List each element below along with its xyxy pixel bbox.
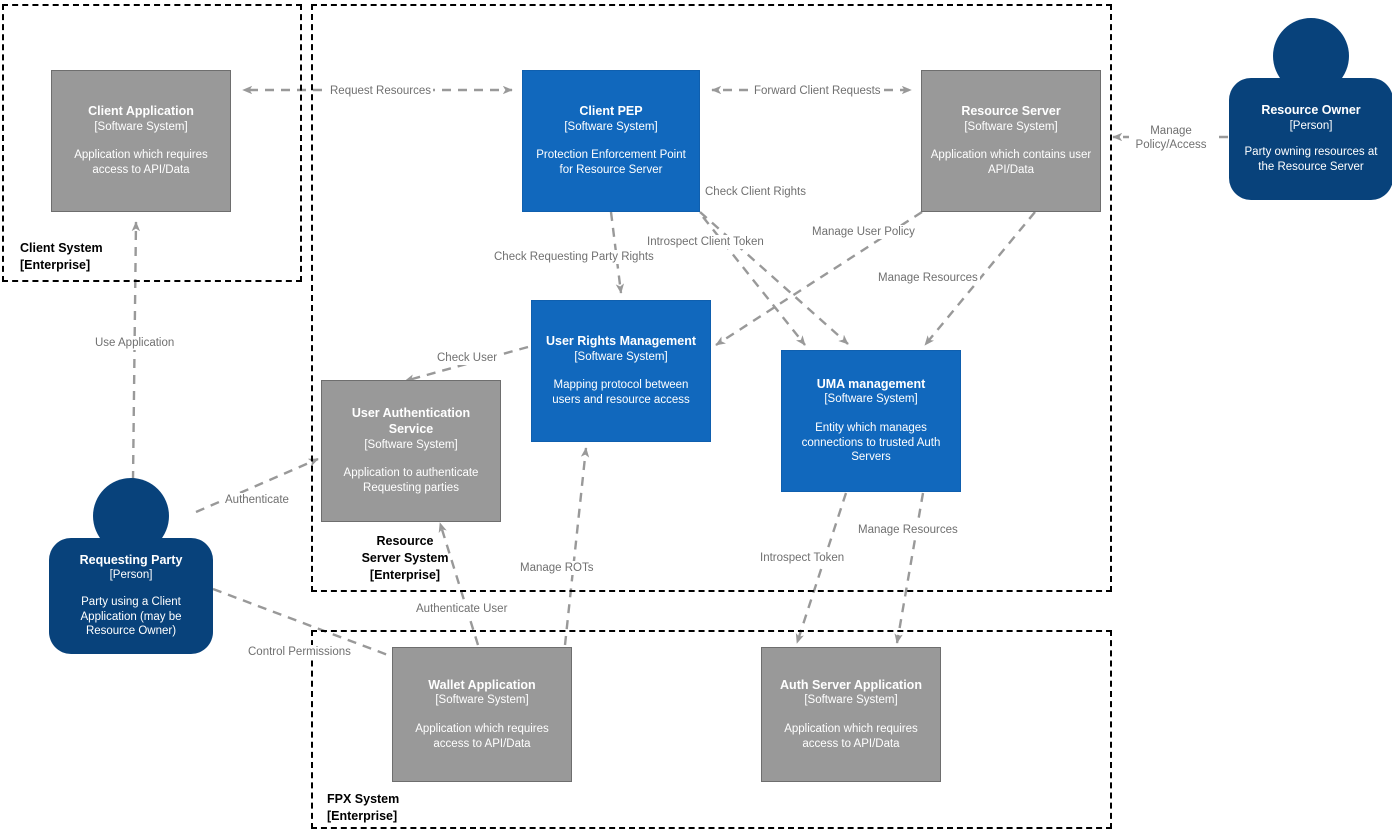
node-resource-server-type: [Software System] bbox=[964, 120, 1058, 133]
node-client-pep-description: Protection Enforcement Point for Resourc… bbox=[536, 149, 686, 176]
node-wallet-application-name: Wallet Application bbox=[428, 677, 536, 692]
rel-label-manage-user-policy: Manage User Policy bbox=[810, 225, 917, 240]
node-uma-management-type: [Software System] bbox=[824, 393, 918, 406]
node-client-pep-type: [Software System] bbox=[564, 120, 658, 133]
node-user-authentication-service-name: User Authentication Service bbox=[351, 406, 471, 436]
boundary-resource-server-system-name-line1: Resource bbox=[376, 534, 434, 548]
rel-label-manage-rots: Manage ROTs bbox=[518, 561, 596, 576]
node-user-rights-management-name: User Rights Management bbox=[545, 334, 697, 349]
node-auth-server-application[interactable]: Auth Server Application [Software System… bbox=[761, 647, 941, 782]
person-resource-owner-description: Party owning resources at the Resource S… bbox=[1244, 146, 1378, 173]
node-uma-management-name: UMA management bbox=[816, 376, 926, 391]
rel-label-check-requesting-party-rights: Check Requesting Party Rights bbox=[492, 250, 656, 265]
node-user-authentication-service-type: [Software System] bbox=[364, 438, 458, 451]
rel-label-control-permissions: Control Permissions bbox=[246, 645, 353, 660]
node-client-application-description: Application which requires access to API… bbox=[74, 149, 208, 176]
node-auth-server-application-type: [Software System] bbox=[804, 694, 898, 707]
node-client-pep-name: Client PEP bbox=[579, 104, 643, 119]
person-requesting-party-description: Party using a Client Application (may be… bbox=[80, 595, 182, 638]
node-client-pep[interactable]: Client PEP [Software System] Protection … bbox=[522, 70, 700, 212]
rel-label-forward-client-requests: Forward Client Requests bbox=[752, 84, 883, 99]
node-client-application-type: [Software System] bbox=[94, 120, 188, 133]
rel-label-manage-resources-rs: Manage Resources bbox=[876, 271, 980, 286]
person-requesting-party-body: Requesting Party [Person] Party using a … bbox=[49, 538, 213, 654]
person-resource-owner-name: Resource Owner bbox=[1261, 103, 1361, 118]
boundary-fpx-system-name: FPX System bbox=[327, 792, 400, 806]
node-uma-management[interactable]: UMA management [Software System] Entity … bbox=[781, 350, 961, 492]
rel-label-manage-resources-uma: Manage Resources bbox=[856, 523, 960, 538]
node-user-authentication-service[interactable]: User Authentication Service [Software Sy… bbox=[321, 380, 501, 522]
person-requesting-party-name: Requesting Party bbox=[79, 552, 183, 567]
rel-label-manage-policy-access-line2: Policy/Access bbox=[1135, 139, 1207, 152]
person-resource-owner[interactable]: Resource Owner [Person] Party owning res… bbox=[1229, 18, 1392, 200]
node-wallet-application-description: Application which requires access to API… bbox=[415, 722, 549, 750]
node-user-rights-management-type: [Software System] bbox=[574, 350, 668, 363]
node-uma-management-description: Entity which manages connections to trus… bbox=[801, 421, 941, 464]
person-requesting-party[interactable]: Requesting Party [Person] Party using a … bbox=[49, 478, 213, 654]
rel-label-request-resources: Request Resources bbox=[328, 84, 433, 99]
node-wallet-application-type: [Software System] bbox=[435, 694, 529, 707]
rel-label-use-application: Use Application bbox=[93, 336, 177, 351]
rel-label-manage-policy-access-line1: Manage bbox=[1150, 125, 1192, 137]
boundary-resource-server-system-name-line2: Server System bbox=[361, 550, 449, 565]
node-client-application-name: Client Application bbox=[88, 104, 194, 119]
rel-label-introspect-token: Introspect Token bbox=[758, 551, 847, 566]
boundary-client-system-type: [Enterprise] bbox=[20, 257, 91, 272]
node-user-authentication-service-description: Application to authenticate Requesting p… bbox=[343, 466, 479, 494]
node-auth-server-application-description: Application which requires access to API… bbox=[784, 722, 918, 750]
node-wallet-application[interactable]: Wallet Application [Software System] App… bbox=[392, 647, 572, 782]
person-resource-owner-body: Resource Owner [Person] Party owning res… bbox=[1229, 78, 1392, 200]
boundary-resource-server-system-label: Resource Server System [Enterprise] bbox=[330, 533, 480, 584]
rel-label-introspect-client-token: Introspect Client Token bbox=[645, 235, 766, 250]
node-auth-server-application-name: Auth Server Application bbox=[780, 677, 922, 692]
boundary-client-system-label: Client System [Enterprise] bbox=[20, 240, 103, 274]
rel-label-authenticate: Authenticate bbox=[223, 493, 291, 508]
rel-label-authenticate-user: Authenticate User bbox=[414, 602, 510, 617]
node-resource-server-name: Resource Server bbox=[961, 104, 1061, 119]
node-user-rights-management-description: Mapping protocol between users and resou… bbox=[552, 379, 690, 406]
boundary-client-system-name: Client System bbox=[20, 241, 103, 255]
person-requesting-party-type: [Person] bbox=[109, 569, 153, 582]
rel-label-manage-policy-access: Manage Policy/Access bbox=[1129, 124, 1213, 153]
rel-label-check-user: Check User bbox=[435, 351, 500, 366]
node-resource-server[interactable]: Resource Server [Software System] Applic… bbox=[921, 70, 1101, 212]
node-resource-server-description: Application which contains user API/Data bbox=[930, 149, 1092, 176]
diagram-canvas: Client System [Enterprise] Resource Serv… bbox=[0, 0, 1392, 833]
boundary-fpx-system-label: FPX System [Enterprise] bbox=[327, 791, 399, 825]
boundary-resource-server-system-type: [Enterprise] bbox=[369, 567, 441, 582]
node-user-rights-management[interactable]: User Rights Management [Software System]… bbox=[531, 300, 711, 442]
boundary-fpx-system-type: [Enterprise] bbox=[327, 808, 398, 823]
person-resource-owner-type: [Person] bbox=[1289, 119, 1333, 132]
node-client-application[interactable]: Client Application [Software System] App… bbox=[51, 70, 231, 212]
rel-label-check-client-rights: Check Client Rights bbox=[703, 185, 808, 200]
